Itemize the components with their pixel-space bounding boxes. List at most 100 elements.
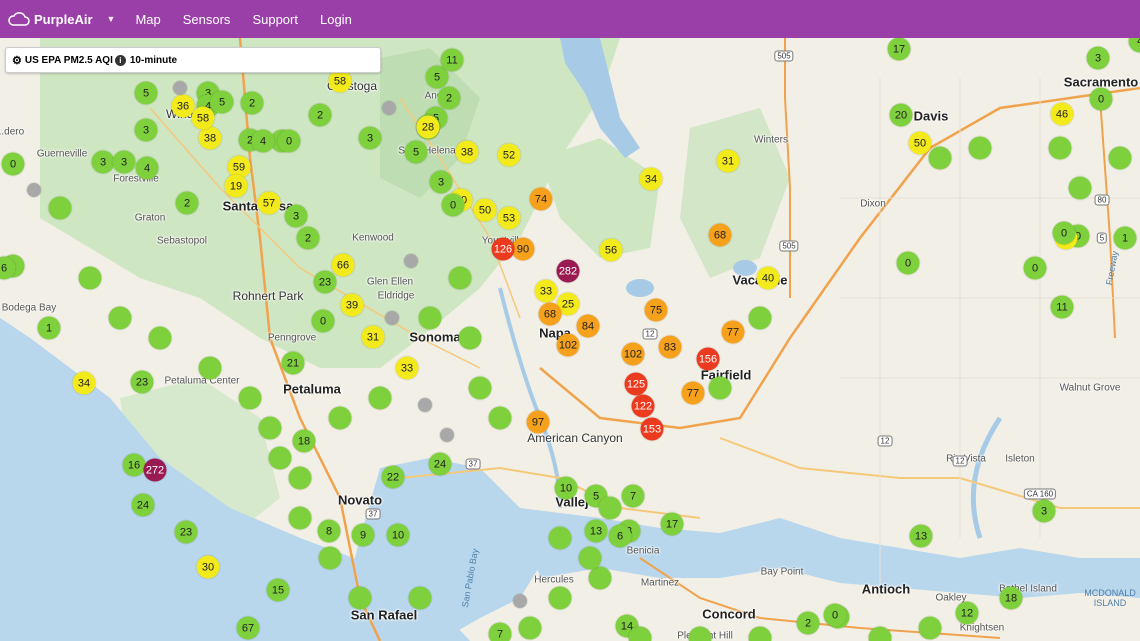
sensor-marker[interactable]: 0 [1052, 221, 1076, 245]
sensor-cluster-dot[interactable] [48, 196, 72, 220]
sensor-cluster-dot[interactable] [238, 386, 262, 410]
sensor-marker[interactable]: 34 [72, 371, 96, 395]
sensor-marker[interactable]: 0 [1, 152, 25, 176]
sensor-marker[interactable]: 53 [497, 206, 521, 230]
sensor-marker[interactable]: 0 [311, 309, 335, 333]
sensor-marker[interactable]: 3 [112, 150, 136, 174]
sensor-marker[interactable]: 83 [658, 335, 682, 359]
sensor-marker[interactable]: 2 [240, 91, 264, 115]
sensor-cluster-dot[interactable] [1048, 136, 1072, 160]
sensor-cluster-dot[interactable] [458, 326, 482, 350]
sensor-marker[interactable]: 0 [896, 251, 920, 275]
sensor-marker[interactable]: 1 [1113, 226, 1137, 250]
sensor-marker[interactable]: 0 [1089, 87, 1113, 111]
sensor-marker[interactable]: 2 [437, 86, 461, 110]
sensor-marker[interactable]: 11 [1050, 295, 1074, 319]
sensor-marker[interactable]: 9 [351, 523, 375, 547]
offline-sensor-marker[interactable] [513, 594, 527, 608]
sensor-marker[interactable]: 33 [534, 279, 558, 303]
sensor-marker[interactable]: 0 [1023, 256, 1047, 280]
info-icon[interactable]: i [114, 54, 126, 66]
nav-sensors[interactable]: Sensors [183, 12, 231, 27]
nav-map[interactable]: Map [135, 12, 160, 27]
interval-selector[interactable]: 10-minute [130, 55, 177, 66]
sensor-cluster-dot[interactable] [548, 526, 572, 550]
sensor-cluster-dot[interactable] [928, 146, 952, 170]
sensor-marker[interactable]: 5 [134, 81, 158, 105]
sensor-marker[interactable]: 8 [317, 519, 341, 543]
sensor-marker[interactable]: 38 [455, 140, 479, 164]
sensor-cluster-dot[interactable] [598, 496, 622, 520]
sensor-marker[interactable]: 156 [696, 347, 720, 371]
sensor-marker[interactable]: 23 [313, 270, 337, 294]
sensor-marker[interactable]: 31 [716, 149, 740, 173]
sensor-marker[interactable]: 58 [191, 106, 215, 130]
offline-sensor-marker[interactable] [404, 254, 418, 268]
sensor-marker[interactable]: 39 [340, 293, 364, 317]
sensor-cluster-dot[interactable] [108, 306, 132, 330]
sensor-cluster-dot[interactable] [78, 266, 102, 290]
sensor-marker[interactable]: 1 [37, 316, 61, 340]
sensor-marker[interactable]: 24 [131, 493, 155, 517]
sensor-marker[interactable]: 15 [266, 578, 290, 602]
sensor-marker[interactable]: 5 [210, 90, 234, 114]
sensor-marker[interactable]: 36 [171, 94, 195, 118]
sensor-marker[interactable]: 84 [576, 314, 600, 338]
sensor-marker[interactable]: 10 [386, 523, 410, 547]
sensor-marker[interactable]: 66 [331, 253, 355, 277]
sensor-marker[interactable]: 13 [909, 524, 933, 548]
offline-sensor-marker[interactable] [382, 101, 396, 115]
sensor-marker[interactable]: 38 [198, 126, 222, 150]
sensor-marker[interactable]: 77 [721, 320, 745, 344]
sensor-cluster-dot[interactable] [408, 586, 432, 610]
sensor-marker[interactable]: 90 [511, 237, 535, 261]
sensor-marker[interactable]: 50 [908, 131, 932, 155]
sensor-marker[interactable]: 17 [660, 512, 684, 536]
sensor-cluster-dot[interactable] [588, 566, 612, 590]
sensor-marker[interactable]: 75 [644, 298, 668, 322]
offline-sensor-marker[interactable] [418, 398, 432, 412]
sensor-marker[interactable]: 21 [281, 351, 305, 375]
sensor-marker[interactable]: 6 [608, 524, 632, 548]
metric-selector[interactable]: US EPA PM2.5 AQI [25, 55, 113, 66]
sensor-marker[interactable]: 23 [174, 520, 198, 544]
sensor-marker[interactable]: 77 [681, 381, 705, 405]
sensor-marker[interactable]: 56 [599, 238, 623, 262]
sensor-marker[interactable]: 50 [473, 198, 497, 222]
sensor-marker[interactable]: 97 [526, 410, 550, 434]
sensor-marker[interactable]: 52 [497, 143, 521, 167]
sensor-cluster-dot[interactable] [368, 386, 392, 410]
sensor-marker[interactable]: 272 [143, 458, 167, 482]
sensor-marker[interactable]: 11 [440, 48, 464, 72]
map-settings-control[interactable]: ⚙ US EPA PM2.5 AQI i 10-minute [5, 47, 381, 73]
sensor-cluster-dot[interactable] [468, 376, 492, 400]
sensor-marker[interactable]: 0 [441, 193, 465, 217]
offline-sensor-marker[interactable] [385, 311, 399, 325]
sensor-marker[interactable]: 46 [1050, 102, 1074, 126]
sensor-marker[interactable]: 102 [556, 333, 580, 357]
offline-sensor-marker[interactable] [440, 428, 454, 442]
sensor-marker[interactable]: 16 [122, 453, 146, 477]
sensor-marker[interactable]: 17 [887, 38, 911, 61]
sensor-marker[interactable]: 10 [554, 476, 578, 500]
sensor-cluster-dot[interactable] [328, 406, 352, 430]
sensor-marker[interactable]: 23 [130, 370, 154, 394]
sensor-marker[interactable]: 0 [277, 129, 301, 153]
nav-login[interactable]: Login [320, 12, 352, 27]
sensor-marker[interactable]: 68 [538, 302, 562, 326]
sensor-cluster-dot[interactable] [548, 586, 572, 610]
sensor-cluster-dot[interactable] [1068, 176, 1092, 200]
sensor-cluster-dot[interactable] [1108, 146, 1132, 170]
offline-sensor-marker[interactable] [27, 183, 41, 197]
sensor-marker[interactable]: 3 [429, 170, 453, 194]
sensor-cluster-dot[interactable] [488, 406, 512, 430]
sensor-marker[interactable]: 3 [358, 126, 382, 150]
sensor-marker[interactable]: 122 [631, 394, 655, 418]
sensor-marker[interactable]: 67 [236, 616, 260, 640]
sensor-cluster-dot[interactable] [348, 586, 372, 610]
sensor-marker[interactable]: 7 [621, 484, 645, 508]
sensor-marker[interactable]: 4 [251, 129, 275, 153]
sensor-marker[interactable]: 0 [823, 603, 847, 627]
sensor-marker[interactable]: 3 [91, 150, 115, 174]
sensor-marker[interactable]: 57 [257, 191, 281, 215]
